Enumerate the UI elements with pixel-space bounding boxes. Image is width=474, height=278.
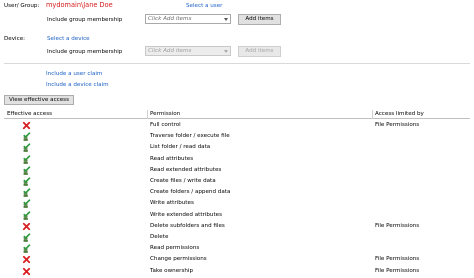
column-separator (372, 110, 373, 119)
section-divider (4, 63, 470, 64)
device-include-membership-label: Include group membership (47, 49, 123, 55)
table-row[interactable]: Change permissions File Permissions (4, 254, 470, 265)
device-add-items-button[interactable]: Add items (238, 46, 281, 57)
user-group-value: mydomain\Jane Doe (46, 1, 113, 9)
table-row[interactable]: Read attributes (4, 154, 470, 165)
permissions-table-header: Effective access Permission Access limit… (4, 110, 470, 119)
user-include-membership-label: Include group membership (47, 17, 123, 23)
user-combo-placeholder: Click Add items (148, 16, 192, 22)
chevron-down-icon (224, 50, 228, 53)
permission-cell: Create folders / append data (150, 189, 231, 196)
checkmark-user-icon (22, 188, 31, 198)
column-separator (147, 110, 148, 119)
select-device-link[interactable]: Select a device (47, 36, 90, 42)
user-add-items-button[interactable]: Add items (238, 14, 281, 25)
permission-cell: Change permissions (150, 256, 207, 263)
select-user-link[interactable]: Select a user (186, 3, 222, 9)
header-permission[interactable]: Permission (150, 111, 180, 117)
table-row[interactable]: Write attributes (4, 198, 470, 209)
include-user-claim-link[interactable]: Include a user claim (46, 71, 102, 77)
red-x-icon (22, 255, 31, 264)
permission-cell: Write attributes (150, 200, 194, 207)
permission-cell: Delete (150, 234, 169, 240)
view-effective-access-button[interactable]: View effective access (4, 95, 74, 105)
permission-cell: Write extended attributes (150, 211, 223, 218)
device-label: Device: (4, 36, 26, 42)
chevron-down-icon (224, 18, 228, 21)
table-row[interactable]: Write extended attributes (4, 210, 470, 221)
permission-cell: Full control (150, 122, 181, 128)
user-group-membership-combo[interactable]: Click Add items (145, 14, 231, 24)
access-limited-by-cell: File Permissions (375, 222, 420, 229)
table-row[interactable]: Delete (4, 232, 470, 243)
permission-cell: Read attributes (150, 155, 194, 162)
access-limited-by-cell: File Permissions (375, 267, 420, 274)
checkmark-user-icon (22, 165, 31, 175)
header-effective-access[interactable]: Effective access (7, 111, 52, 117)
checkmark-user-icon (22, 244, 31, 254)
permission-cell: Delete subfolders and files (150, 222, 225, 229)
access-limited-by-cell: File Permissions (375, 256, 420, 263)
table-row[interactable]: Delete subfolders and files File Permissi… (4, 221, 470, 232)
checkmark-user-icon (22, 132, 31, 142)
permission-cell: List folder / read data (150, 144, 211, 151)
access-limited-by-cell: File Permissions (375, 122, 420, 128)
checkmark-user-icon (22, 199, 31, 209)
table-row[interactable]: Full control File Permissions (4, 120, 470, 131)
user-group-label: User/ Group: (4, 3, 40, 9)
include-device-claim-link[interactable]: Include a device claim (46, 82, 109, 88)
device-group-membership-combo[interactable]: Click Add items (145, 46, 231, 56)
permission-cell: Take ownership (150, 267, 194, 274)
device-combo-placeholder: Click Add items (148, 48, 192, 54)
permission-cell: Traverse folder / execute file (150, 133, 230, 140)
table-row[interactable]: Read extended attributes (4, 165, 470, 176)
checkmark-user-icon (22, 143, 31, 153)
checkmark-user-icon (22, 154, 31, 164)
checkmark-user-icon (22, 210, 31, 220)
red-x-icon (22, 121, 31, 130)
table-row[interactable]: Read permissions (4, 243, 470, 254)
permission-cell: Create files / write data (150, 178, 216, 184)
permission-cell: Read extended attributes (150, 166, 222, 173)
header-access-limited-by[interactable]: Access limited by (375, 111, 424, 117)
table-row[interactable]: List folder / read data (4, 142, 470, 153)
table-row[interactable]: Create files / write data (4, 176, 470, 187)
table-row[interactable]: Create folders / append data (4, 187, 470, 198)
table-row[interactable]: Traverse folder / execute file (4, 131, 470, 142)
checkmark-user-icon (22, 233, 31, 242)
red-x-icon (22, 267, 31, 276)
permission-cell: Read permissions (150, 245, 200, 252)
table-row[interactable]: Take ownership File Permissions (4, 266, 470, 277)
red-x-icon (22, 222, 31, 231)
checkmark-user-icon (22, 177, 31, 186)
